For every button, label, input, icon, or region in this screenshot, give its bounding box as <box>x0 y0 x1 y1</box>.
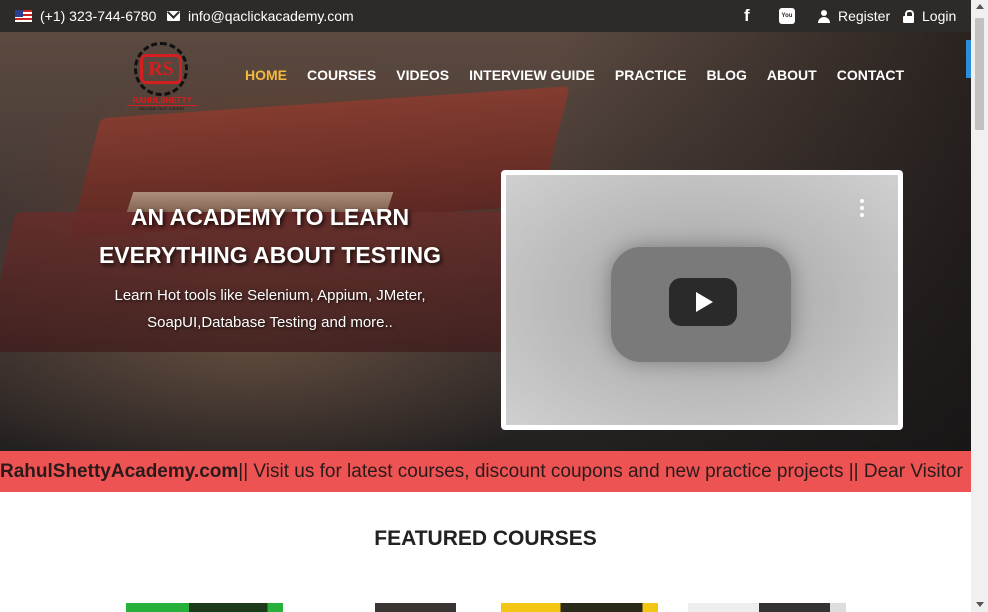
marquee-text: || Visit us for latest courses, discount… <box>238 461 963 482</box>
login-link[interactable]: Login <box>903 8 956 24</box>
logo-mark: RS <box>140 54 182 84</box>
marquee-brand: RahulShettyAcademy.com <box>0 461 239 482</box>
page-scrollbar[interactable] <box>971 0 988 612</box>
user-icon <box>818 9 830 23</box>
course-thumbnail[interactable] <box>375 603 456 612</box>
course-thumbnail[interactable] <box>688 603 846 612</box>
hero-title: AN ACADEMY TO LEARN EVERYTHING ABOUT TES… <box>95 198 445 274</box>
scroll-up-icon[interactable] <box>976 4 984 9</box>
nav-home[interactable]: HOME <box>245 67 287 83</box>
login-label[interactable]: Login <box>922 8 956 24</box>
register-link[interactable]: Register <box>818 8 890 24</box>
hero-subtitle-line: SoapUI,Database Testing and more.. <box>147 314 393 331</box>
video-player[interactable] <box>501 170 903 430</box>
youtube-icon[interactable]: You Tube <box>779 8 795 35</box>
facebook-icon[interactable]: f <box>744 6 750 26</box>
scrollbar-thumb[interactable] <box>975 18 984 130</box>
top-contact-bar: (+1) 323-744-6780 info@qaclickacademy.co… <box>0 0 971 35</box>
nav-interview-guide[interactable]: INTERVIEW GUIDE <box>469 67 595 83</box>
site-logo[interactable]: RS RAHULSHETTY BECOME TEST EXPERT <box>127 42 197 112</box>
course-thumbnail[interactable] <box>501 603 658 612</box>
nav-videos[interactable]: VIDEOS <box>396 67 449 83</box>
register-label[interactable]: Register <box>838 8 890 24</box>
hero-banner: RS RAHULSHETTY BECOME TEST EXPERT HOME C… <box>0 32 971 451</box>
logo-name: RAHULSHETTY <box>132 96 192 105</box>
nav-contact[interactable]: CONTACT <box>837 67 904 83</box>
play-icon[interactable] <box>669 278 737 326</box>
nav-blog[interactable]: BLOG <box>706 67 746 83</box>
nav-practice[interactable]: PRACTICE <box>615 67 687 83</box>
phone-contact: (+1) 323-744-6780 <box>15 8 156 24</box>
lock-icon <box>903 9 914 23</box>
email-address[interactable]: info@qaclickacademy.com <box>188 8 354 24</box>
hero-subtitle: Learn Hot tools like Selenium, Appium, J… <box>95 282 445 336</box>
email-contact[interactable]: info@qaclickacademy.com <box>167 8 354 24</box>
envelope-icon <box>167 11 180 21</box>
announcement-marquee: RahulShettyAcademy.com || Visit us for l… <box>0 451 971 492</box>
hero-subtitle-line: Learn Hot tools like Selenium, Appium, J… <box>114 287 426 304</box>
phone-number: (+1) 323-744-6780 <box>40 8 157 24</box>
more-options-icon[interactable] <box>860 199 864 220</box>
course-thumbnail[interactable] <box>126 603 283 612</box>
us-flag-icon <box>15 10 32 22</box>
hero-title-line: EVERYTHING ABOUT TESTING <box>98 242 442 268</box>
video-screen[interactable] <box>506 175 898 425</box>
nav-about[interactable]: ABOUT <box>767 67 817 83</box>
nav-courses[interactable]: COURSES <box>307 67 376 83</box>
scroll-down-icon[interactable] <box>976 602 984 607</box>
main-nav: HOME COURSES VIDEOS INTERVIEW GUIDE PRAC… <box>245 67 904 83</box>
hero-title-line: AN ACADEMY TO LEARN <box>130 204 410 230</box>
logo-tagline: BECOME TEST EXPERT <box>127 105 197 111</box>
featured-courses-heading: FEATURED COURSES <box>374 527 597 550</box>
